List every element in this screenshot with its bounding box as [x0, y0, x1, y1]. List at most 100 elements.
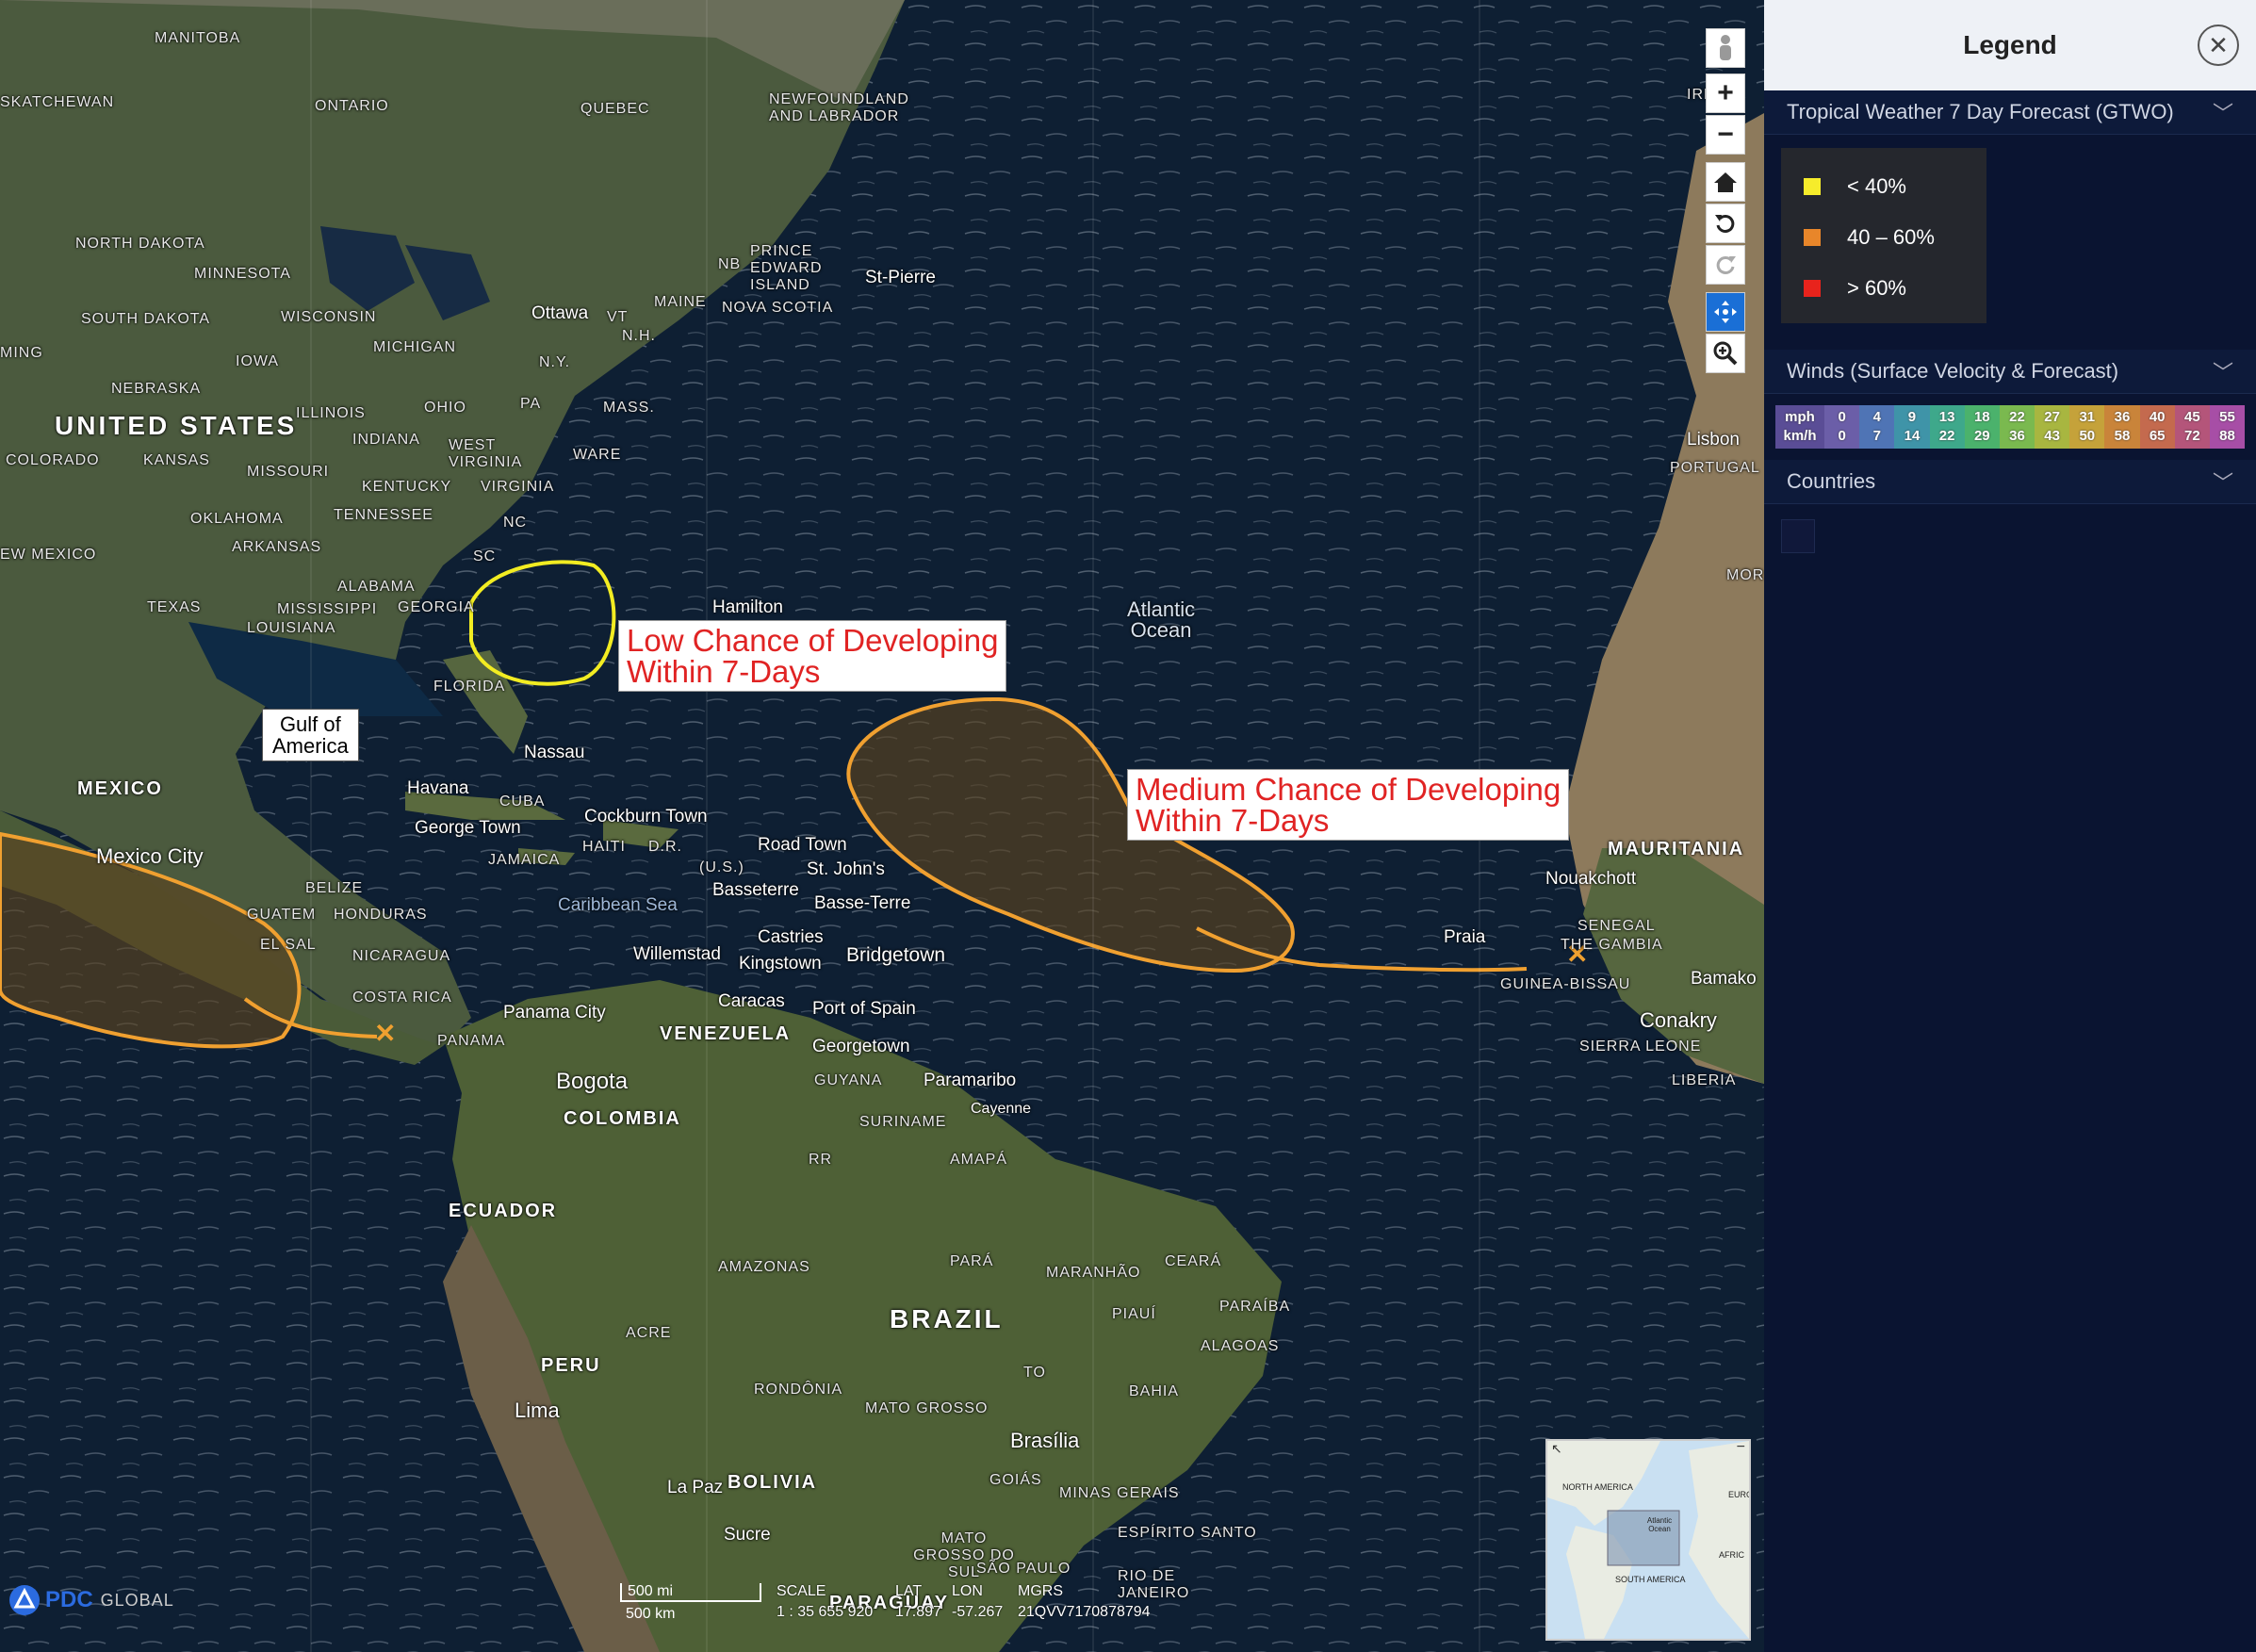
- label-mauritania: MAURITANIA: [1608, 839, 1745, 859]
- label-guyana: GUYANA: [814, 1072, 883, 1088]
- label-port-of-spain: Port of Spain: [812, 999, 916, 1019]
- wind-scale-cell: 47: [1859, 405, 1895, 449]
- label-texas: TEXAS: [147, 599, 202, 615]
- wind-kmh-value: 72: [2183, 428, 2200, 444]
- label-quebec: QUEBEC: [580, 101, 650, 117]
- label-panama: PANAMA: [437, 1033, 506, 1049]
- label-saskatchewan: SKATCHEWAN: [0, 94, 115, 110]
- label-ceara: CEARÁ: [1165, 1253, 1222, 1269]
- label-missouri: MISSOURI: [247, 464, 330, 480]
- label-michigan: MICHIGAN: [373, 339, 456, 355]
- label-kansas: KANSAS: [143, 452, 210, 468]
- pdc-logo: PDC GLOBAL: [8, 1583, 174, 1617]
- zoom-out-icon[interactable]: −: [1706, 115, 1745, 155]
- label-alagoas: ALAGOAS: [1201, 1338, 1280, 1354]
- label-costa-rica: COSTA RICA: [352, 990, 452, 1006]
- wind-mph-value: 22: [2009, 409, 2025, 425]
- wind-kmh-value: 65: [2149, 428, 2166, 444]
- label-george-town: George Town: [415, 818, 521, 838]
- label-para: PARÁ: [950, 1253, 994, 1269]
- rotate-ccw-icon[interactable]: [1706, 204, 1745, 243]
- label-suriname: SURINAME: [859, 1114, 947, 1130]
- overview-minimap[interactable]: NORTH AMERICA SOUTH AMERICA EUROF AFRIC …: [1545, 1439, 1751, 1641]
- label-espirito: ESPÍRITO SANTO: [1118, 1525, 1257, 1541]
- label-guinea-bissau: GUINEA-BISSAU: [1500, 976, 1631, 992]
- label-bogota: Bogota: [556, 1069, 629, 1094]
- home-icon[interactable]: [1706, 162, 1745, 202]
- minimap-expand-icon[interactable]: ↖: [1551, 1441, 1562, 1457]
- label-brasilia: Brasília: [1010, 1429, 1080, 1452]
- label-peru: PERU: [541, 1355, 601, 1376]
- label-to: TO: [1023, 1365, 1046, 1381]
- label-colorado: COLORADO: [6, 452, 100, 468]
- chevron-down-icon[interactable]: ﹀: [2213, 97, 2233, 127]
- label-newfoundland: NEWFOUNDLAND AND LABRADOR: [769, 91, 909, 124]
- label-vt: VT: [607, 309, 629, 325]
- scale-readout: SCALE 1 : 35 655 920: [777, 1583, 874, 1620]
- section-countries[interactable]: Countries ﹀: [1764, 460, 2256, 504]
- wind-scale: mph km/h 0 0 4 7 9 14 13 22 18 29 22 36 27 43 31 50 36 58 4…: [1775, 405, 2246, 449]
- map-controls: + −: [1706, 28, 1747, 375]
- wind-kmh-value: 22: [1938, 428, 1955, 444]
- label-indiana: INDIANA: [352, 432, 420, 448]
- label-la-paz: La Paz: [667, 1478, 724, 1497]
- scale-bar: 500 mi 500 km: [620, 1583, 761, 1623]
- wind-mph-value: 0: [1838, 409, 1846, 425]
- label-caribbean-sea: Caribbean Sea: [558, 895, 678, 915]
- label-georgetown: Georgetown: [812, 1037, 910, 1056]
- label-hamilton: Hamilton: [712, 597, 783, 617]
- pan-icon[interactable]: [1706, 292, 1745, 332]
- wind-scale-cell: 36 58: [2104, 405, 2140, 449]
- wind-kmh-value: 43: [2044, 428, 2060, 444]
- section-winds[interactable]: Winds (Surface Velocity & Forecast) ﹀: [1764, 350, 2256, 394]
- label-nassau: Nassau: [524, 743, 585, 762]
- minimap-label-sa: SOUTH AMERICA: [1615, 1575, 1686, 1584]
- section-gtwo[interactable]: Tropical Weather 7 Day Forecast (GTWO) ﹀: [1764, 90, 2256, 135]
- label-basse-terre: Basse-Terre: [814, 893, 911, 913]
- countries-swatch: [1781, 519, 1815, 553]
- label-ming: MING: [0, 345, 43, 361]
- zoom-in-icon[interactable]: +: [1706, 74, 1745, 113]
- label-maranhao: MARANHÃO: [1046, 1265, 1141, 1281]
- wind-kmh-value: 14: [1904, 428, 1921, 444]
- wind-mph-value: 9: [1907, 409, 1917, 425]
- section-gtwo-label: Tropical Weather 7 Day Forecast (GTWO): [1787, 100, 2174, 123]
- label-pei: PRINCE EDWARD ISLAND: [750, 243, 823, 293]
- label-oklahoma: OKLAHOMA: [190, 511, 284, 527]
- label-sierra-leone: SIERRA LEONE: [1579, 1039, 1702, 1055]
- label-arkansas: ARKANSAS: [232, 539, 322, 555]
- label-illinois: ILLINOIS: [296, 405, 366, 421]
- label-ontario: ONTARIO: [315, 98, 389, 114]
- minimap-collapse-icon[interactable]: −: [1737, 1441, 1745, 1456]
- wind-scale-cell: 55 88: [2209, 405, 2246, 449]
- section-countries-label: Countries: [1787, 469, 1876, 493]
- label-havana: Havana: [407, 778, 469, 798]
- close-icon[interactable]: ✕: [2198, 25, 2239, 66]
- label-bahia: BAHIA: [1129, 1383, 1180, 1399]
- label-maine: MAINE: [654, 294, 707, 310]
- label-nc: NC: [503, 515, 528, 531]
- label-praia: Praia: [1444, 927, 1486, 947]
- person-icon[interactable]: [1706, 28, 1745, 68]
- label-manitoba: MANITOBA: [155, 30, 241, 46]
- wind-scale-cell: 31 50: [2069, 405, 2105, 449]
- minimap-label-na: NORTH AMERICA: [1562, 1482, 1633, 1492]
- wind-mph-value: 31: [2079, 409, 2096, 425]
- label-cockburn-town: Cockburn Town: [584, 807, 708, 826]
- label-rr: RR: [809, 1152, 833, 1168]
- wind-scale-cell: 13 22: [1929, 405, 1965, 449]
- legend-item-label: > 60%: [1847, 276, 1906, 300]
- label-minnesota: MINNESOTA: [194, 266, 291, 282]
- map-view[interactable]: ✕ ✕ MANITOBA SKATCHEWAN ONTARIO QUEBEC N…: [0, 0, 1764, 1652]
- label-st-pierre: St-Pierre: [865, 268, 936, 287]
- chevron-down-icon[interactable]: ﹀: [2213, 466, 2233, 497]
- label-nova-scotia: NOVA SCOTIA: [722, 300, 834, 316]
- wind-kmh-value: 7: [1872, 428, 1881, 444]
- label-mass: MASS.: [603, 400, 655, 416]
- chevron-down-icon[interactable]: ﹀: [2213, 356, 2233, 386]
- legend-item: < 40%: [1781, 161, 1986, 212]
- label-amazonas: AMAZONAS: [718, 1259, 810, 1275]
- zoom-box-icon[interactable]: [1706, 334, 1745, 373]
- rotate-cw-icon[interactable]: [1706, 245, 1745, 285]
- label-nh: N.H.: [622, 328, 656, 344]
